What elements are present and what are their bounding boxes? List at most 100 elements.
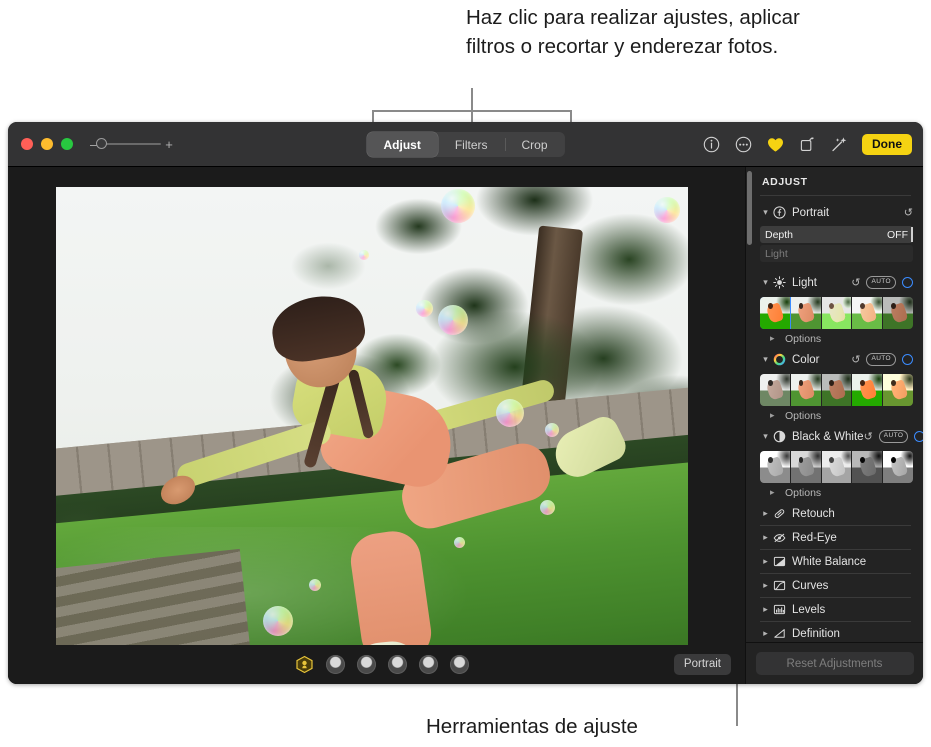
section-header-portrait[interactable]: ▾ Portrait ↺ <box>758 201 913 224</box>
edited-photo[interactable] <box>56 187 688 659</box>
chevron-right-icon[interactable]: ▸ <box>770 410 780 421</box>
enable-toggle-light[interactable] <box>902 277 913 288</box>
section-header-color[interactable]: ▾ Color ↺ AUTO <box>758 348 913 371</box>
enhance-wand-icon[interactable] <box>830 135 849 154</box>
light-preview-1[interactable] <box>760 297 791 329</box>
chevron-right-icon[interactable]: ▸ <box>760 532 771 543</box>
section-label-light: Light <box>792 276 817 289</box>
tab-adjust[interactable]: Adjust <box>366 132 438 157</box>
slider-light[interactable]: Light <box>760 245 913 262</box>
chevron-down-icon[interactable]: ▾ <box>760 277 771 288</box>
chevron-right-icon[interactable]: ▸ <box>760 604 771 615</box>
favorite-heart-icon[interactable] <box>766 135 785 154</box>
color-preview-1[interactable] <box>760 374 791 406</box>
reset-adjustments-button[interactable]: Reset Adjustments <box>755 652 914 675</box>
done-button[interactable]: Done <box>862 134 912 155</box>
chevron-right-icon[interactable]: ▸ <box>760 580 771 591</box>
tab-filters[interactable]: Filters <box>438 132 505 157</box>
maximize-window-button[interactable] <box>61 138 73 150</box>
color-preview-4[interactable] <box>852 374 884 406</box>
window-body: Portrait ADJUST ▾ Portrait ↺ Depth OFF L… <box>8 167 923 684</box>
auto-badge-bw[interactable]: AUTO <box>878 430 909 443</box>
section-header-white-balance[interactable]: ▸ White Balance <box>758 550 913 573</box>
chevron-right-icon[interactable]: ▸ <box>760 628 771 639</box>
callout-line-bottom-stem <box>736 684 738 726</box>
bw-preview-4[interactable] <box>852 451 884 483</box>
curves-icon <box>771 579 788 592</box>
callout-caption-top: Haz clic para realizar ajustes, aplicar … <box>466 6 800 58</box>
revert-icon-bw[interactable]: ↺ <box>864 430 873 443</box>
light-options-label: Options <box>785 332 822 345</box>
chevron-right-icon[interactable]: ▸ <box>760 508 771 519</box>
effect-dot-2[interactable] <box>357 655 376 674</box>
edit-mode-segmented-control[interactable]: Adjust Filters Crop <box>366 132 565 157</box>
section-header-curves[interactable]: ▸ Curves <box>758 574 913 597</box>
light-controls: ↺ AUTO <box>851 276 913 289</box>
rotate-icon[interactable] <box>798 135 817 154</box>
revert-icon-color[interactable]: ↺ <box>851 353 860 366</box>
chevron-right-icon[interactable]: ▸ <box>770 333 780 344</box>
section-header-definition[interactable]: ▸ Definition <box>758 622 913 642</box>
light-preview-3[interactable] <box>821 297 853 329</box>
subject-raised-shoe <box>547 411 631 485</box>
section-header-red-eye[interactable]: ▸ Red-Eye <box>758 526 913 549</box>
bubble-3 <box>359 250 369 260</box>
close-window-button[interactable] <box>21 138 33 150</box>
section-header-levels[interactable]: ▸ Levels <box>758 598 913 621</box>
live-photo-cube-icon[interactable] <box>295 655 314 674</box>
chevron-down-icon[interactable]: ▾ <box>760 354 771 365</box>
color-preview-5[interactable] <box>883 374 913 406</box>
enable-toggle-color[interactable] <box>902 354 913 365</box>
chevron-right-icon[interactable]: ▸ <box>770 487 780 498</box>
bw-preview-2[interactable] <box>790 451 822 483</box>
sidebar-scrollbar-thumb[interactable] <box>747 171 752 245</box>
zoom-slider-knob[interactable] <box>96 138 108 149</box>
light-preview-2[interactable] <box>790 297 822 329</box>
bw-preview-strip[interactable] <box>760 451 913 483</box>
minimize-window-button[interactable] <box>41 138 53 150</box>
photo-canvas <box>8 167 745 659</box>
slider-depth[interactable]: Depth OFF <box>760 226 913 243</box>
effect-dot-5[interactable] <box>450 655 469 674</box>
light-preview-5[interactable] <box>883 297 913 329</box>
photo-subject <box>56 187 688 659</box>
zoom-in-icon[interactable]: + <box>165 138 173 151</box>
sidebar-scrollbar-track[interactable] <box>747 171 752 641</box>
bw-preview-1[interactable] <box>760 451 791 483</box>
color-preview-2[interactable] <box>790 374 822 406</box>
enable-toggle-bw[interactable] <box>914 431 923 442</box>
callout-line-top-horizontal <box>372 110 572 112</box>
auto-badge-light[interactable]: AUTO <box>866 276 896 289</box>
section-header-light[interactable]: ▾ Light ↺ AUTO <box>758 271 913 294</box>
light-preview-4[interactable] <box>852 297 884 329</box>
revert-icon-portrait[interactable]: ↺ <box>904 206 913 219</box>
color-options-label: Options <box>785 409 822 422</box>
chevron-down-icon[interactable]: ▾ <box>760 431 771 442</box>
effect-dot-3[interactable] <box>388 655 407 674</box>
light-preview-strip[interactable] <box>760 297 913 329</box>
bubble-6 <box>496 399 524 427</box>
color-preview-3[interactable] <box>821 374 853 406</box>
info-icon[interactable] <box>702 135 721 154</box>
bw-preview-3[interactable] <box>821 451 853 483</box>
effect-dot-4[interactable] <box>419 655 438 674</box>
tab-crop[interactable]: Crop <box>504 132 565 157</box>
more-options-icon[interactable] <box>734 135 753 154</box>
color-preview-strip[interactable] <box>760 374 913 406</box>
bubble-4 <box>416 300 433 317</box>
color-options-row[interactable]: ▸ Options <box>758 406 913 425</box>
chevron-down-icon[interactable]: ▾ <box>760 207 771 218</box>
chevron-right-icon[interactable]: ▸ <box>760 556 771 567</box>
section-label-curves: Curves <box>792 579 829 592</box>
zoom-slider-track[interactable] <box>96 138 162 149</box>
auto-badge-color[interactable]: AUTO <box>866 353 896 366</box>
revert-icon-light[interactable]: ↺ <box>851 276 860 289</box>
light-options-row[interactable]: ▸ Options <box>758 329 913 348</box>
bw-preview-5[interactable] <box>883 451 913 483</box>
section-header-retouch[interactable]: ▸ Retouch <box>758 502 913 525</box>
bw-options-row[interactable]: ▸ Options <box>758 483 913 502</box>
effect-dot-1[interactable] <box>326 655 345 674</box>
section-header-black-and-white[interactable]: ▾ Black & White ↺ AUTO <box>758 425 923 448</box>
zoom-slider-control[interactable]: – + <box>90 138 173 151</box>
portrait-badge-button[interactable]: Portrait <box>673 654 731 675</box>
